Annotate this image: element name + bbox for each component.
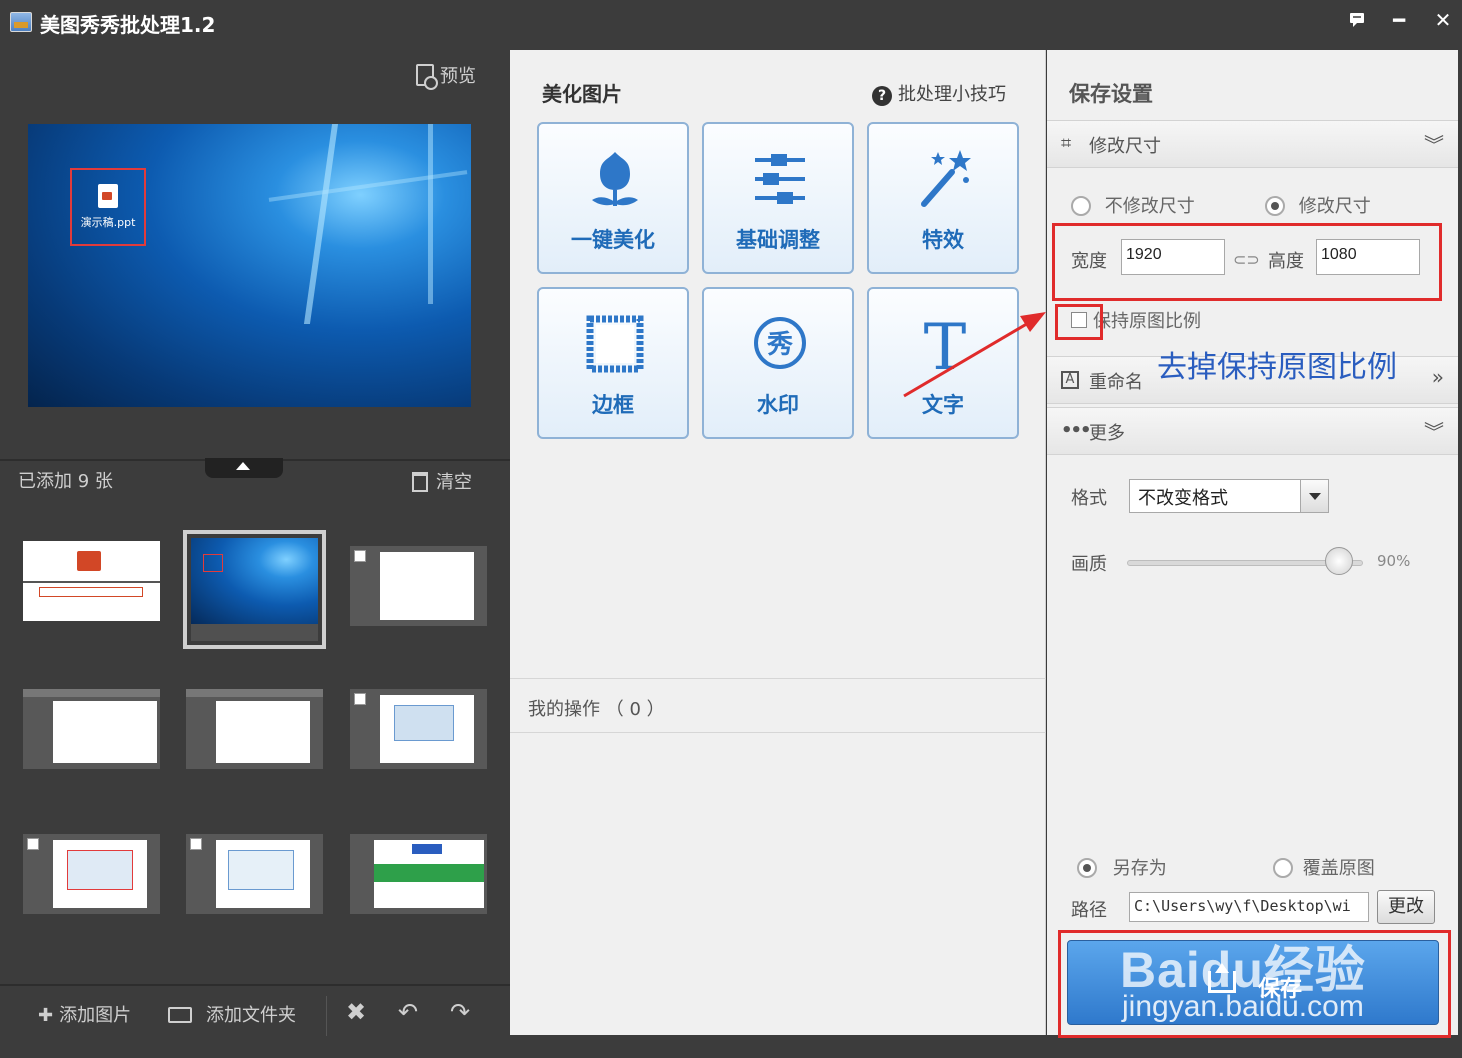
path-label: 路径 xyxy=(1071,900,1107,921)
radio-icon xyxy=(1273,858,1293,878)
my-operations: 我的操作 （ 0 ） xyxy=(510,678,1046,733)
text-icon: T xyxy=(924,311,967,379)
highlight-box xyxy=(1052,223,1442,301)
magic-wand-icon xyxy=(921,150,971,207)
collapse-preview-button[interactable] xyxy=(205,458,283,478)
resize-radio[interactable]: 修改尺寸 xyxy=(1265,192,1371,218)
thumbnail[interactable] xyxy=(183,530,326,649)
save-as-radio[interactable]: 另存为 xyxy=(1077,854,1167,880)
folder-icon xyxy=(168,1007,192,1023)
app-icon xyxy=(10,12,32,32)
thumbnail[interactable] xyxy=(186,689,323,769)
quality-label: 画质 xyxy=(1071,554,1107,575)
watermark-icon: 秀 xyxy=(754,317,806,369)
quality-slider-handle[interactable] xyxy=(1325,547,1354,575)
resize-section-header[interactable]: ⌗ 修改尺寸 ︾ xyxy=(1047,120,1458,168)
crop-icon: ⌗ xyxy=(1061,133,1072,154)
save-settings-title: 保存设置 xyxy=(1069,82,1153,106)
quality-value: 90% xyxy=(1377,552,1411,570)
minimize-button[interactable]: ━ xyxy=(1384,6,1414,34)
effects-button[interactable]: 特效 xyxy=(867,122,1019,274)
close-button[interactable]: ✕ xyxy=(1428,6,1458,34)
chevron-right-icon: » xyxy=(1431,365,1444,389)
thumbnail[interactable] xyxy=(350,834,487,914)
plus-icon: ✚ xyxy=(38,1005,54,1026)
basic-adjust-button[interactable]: 基础调整 xyxy=(702,122,854,274)
more-section-header[interactable]: ••• 更多 ︾ xyxy=(1047,407,1458,455)
radio-selected-icon xyxy=(1077,858,1097,878)
chevron-down-icon: ︾ xyxy=(1424,133,1444,157)
format-select[interactable]: 不改变格式 xyxy=(1129,479,1329,513)
add-folder-button[interactable]: 添加文件夹 xyxy=(168,1001,296,1027)
delete-icon[interactable]: ✖ xyxy=(346,998,366,1026)
help-icon: ? xyxy=(872,86,892,106)
format-label: 格式 xyxy=(1071,488,1107,509)
thumbnail[interactable] xyxy=(23,689,160,769)
preview-image: 演示稿.ppt xyxy=(28,124,471,407)
rotate-right-icon[interactable]: ↷ xyxy=(450,998,470,1026)
highlight-box xyxy=(1055,304,1103,340)
thumbnail[interactable] xyxy=(23,541,160,621)
dropdown-arrow-icon xyxy=(1300,480,1328,512)
change-path-button[interactable]: 更改 xyxy=(1377,890,1435,924)
radio-selected-icon xyxy=(1265,196,1285,216)
chevron-down-icon: ︾ xyxy=(1424,420,1444,444)
save-settings-panel: 保存设置 ⌗ 修改尺寸 ︾ 不修改尺寸 修改尺寸 宽度 1920 ⊂⊃ 高度 1… xyxy=(1047,50,1458,1038)
message-icon[interactable] xyxy=(1342,6,1372,34)
window-title: 美图秀秀批处理1.2 xyxy=(40,13,216,37)
thumbnail[interactable] xyxy=(350,546,487,626)
desktop-file-name: 演示稿.ppt xyxy=(80,216,136,229)
rotate-left-icon[interactable]: ↶ xyxy=(398,998,418,1026)
path-input[interactable]: C:\Users\wy\f\Desktop\wi xyxy=(1129,892,1369,922)
preview-button[interactable]: 预览 xyxy=(416,62,476,90)
preview-icon xyxy=(416,64,438,90)
beautify-title: 美化图片 xyxy=(542,82,622,106)
more-icon: ••• xyxy=(1061,420,1091,441)
watermark-url: jingyan.baidu.com xyxy=(1122,990,1364,1023)
no-resize-radio[interactable]: 不修改尺寸 xyxy=(1071,192,1195,218)
title-bar: 美图秀秀批处理1.2 ━ ✕ xyxy=(0,0,1462,44)
overwrite-radio[interactable]: 覆盖原图 xyxy=(1273,854,1375,880)
svg-text:秀: 秀 xyxy=(766,330,793,360)
tips-link[interactable]: ? 批处理小技巧 xyxy=(872,80,1006,106)
tulip-icon xyxy=(592,152,638,206)
radio-icon xyxy=(1071,196,1091,216)
thumbnail[interactable] xyxy=(350,689,487,769)
frame-icon xyxy=(586,315,644,373)
keep-ratio-label: 保持原图比例 xyxy=(1093,311,1201,332)
frame-button[interactable]: 边框 xyxy=(537,287,689,439)
clear-button[interactable]: 清空 xyxy=(412,468,472,494)
desktop-file-icon: 演示稿.ppt xyxy=(70,168,146,246)
added-count: 已添加 9 张 xyxy=(18,471,113,492)
rename-icon: A xyxy=(1061,371,1079,389)
thumbnail[interactable] xyxy=(23,834,160,914)
thumbnail[interactable] xyxy=(186,834,323,914)
svg-text:T: T xyxy=(924,311,967,379)
beautify-panel: 美化图片 ? 批处理小技巧 一键美化 基础调整 特效 边框 秀 水印 T 文字 … xyxy=(510,50,1046,1035)
add-images-button[interactable]: ✚ 添加图片 xyxy=(38,1001,131,1027)
sliders-icon xyxy=(755,154,805,204)
left-panel: 预览 演示稿.ppt 已添加 9 张 清空 ✚ 添加图片 添加文件夹 ✖ ↶ ↷ xyxy=(0,44,510,1058)
watermark-button[interactable]: 秀 水印 xyxy=(702,287,854,439)
annotation-text: 去掉保持原图比例 xyxy=(1157,350,1397,385)
one-click-beautify-button[interactable]: 一键美化 xyxy=(537,122,689,274)
bottom-toolbar: ✚ 添加图片 添加文件夹 ✖ ↶ ↷ xyxy=(0,984,510,1044)
text-button[interactable]: T 文字 xyxy=(867,287,1019,439)
trash-icon xyxy=(412,472,428,492)
